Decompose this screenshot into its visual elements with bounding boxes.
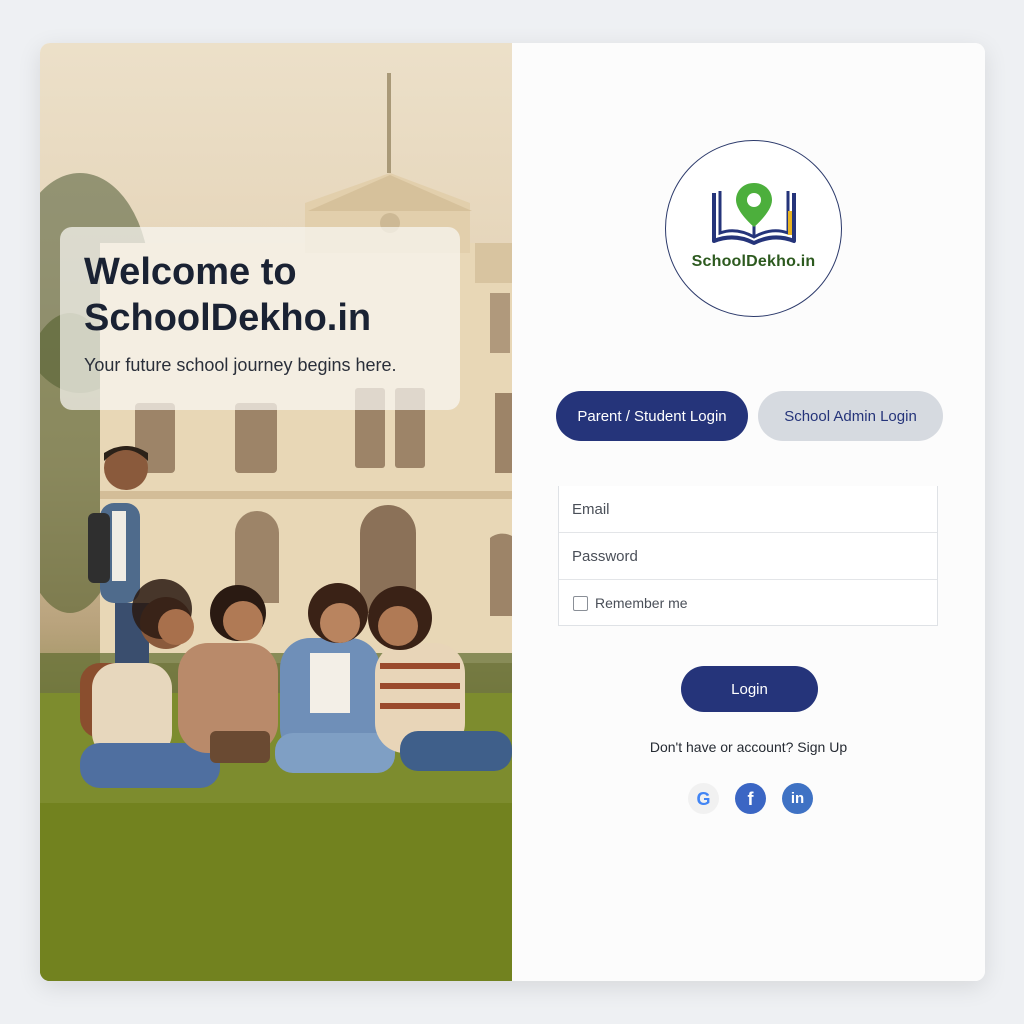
facebook-login-button[interactable]: f (735, 783, 766, 814)
login-panel: SchoolDekho.in Parent / Student Login Sc… (512, 43, 985, 981)
tab-school-admin-login[interactable]: School Admin Login (758, 391, 943, 441)
login-form: Remember me (558, 486, 938, 626)
signup-link[interactable]: Don't have or account? Sign Up (650, 739, 847, 755)
book-location-pin-icon (712, 183, 796, 245)
password-field[interactable] (559, 533, 937, 580)
social-login: G f in (688, 783, 813, 815)
facebook-icon: f (747, 788, 754, 809)
tab-parent-student-login[interactable]: Parent / Student Login (556, 391, 748, 441)
linkedin-icon: in (790, 790, 805, 807)
remember-me[interactable]: Remember me (559, 580, 937, 626)
campus-illustration (40, 73, 512, 981)
brand-logo: SchoolDekho.in (665, 140, 842, 317)
hero-image: Welcome to SchoolDekho.in Your future sc… (40, 43, 512, 981)
email-field[interactable] (559, 486, 937, 533)
linkedin-login-button[interactable]: in (782, 783, 813, 814)
google-login-button[interactable]: G (688, 783, 719, 814)
login-button[interactable]: Login (681, 666, 818, 712)
welcome-panel: Welcome to SchoolDekho.in Your future sc… (60, 227, 460, 410)
google-icon: G (696, 788, 711, 809)
welcome-title: Welcome to SchoolDekho.in (84, 251, 372, 339)
signup-prompt: Don't have or account? Sign Up (512, 739, 985, 755)
welcome-subtitle: Your future school journey begins here. (84, 355, 397, 375)
remember-me-label: Remember me (595, 595, 688, 611)
brand-logo-text: SchoolDekho.in (691, 253, 816, 270)
remember-me-checkbox[interactable] (573, 595, 588, 611)
login-card: Welcome to SchoolDekho.in Your future sc… (40, 43, 985, 981)
login-type-tabs: Parent / Student Login School Admin Logi… (556, 391, 943, 441)
